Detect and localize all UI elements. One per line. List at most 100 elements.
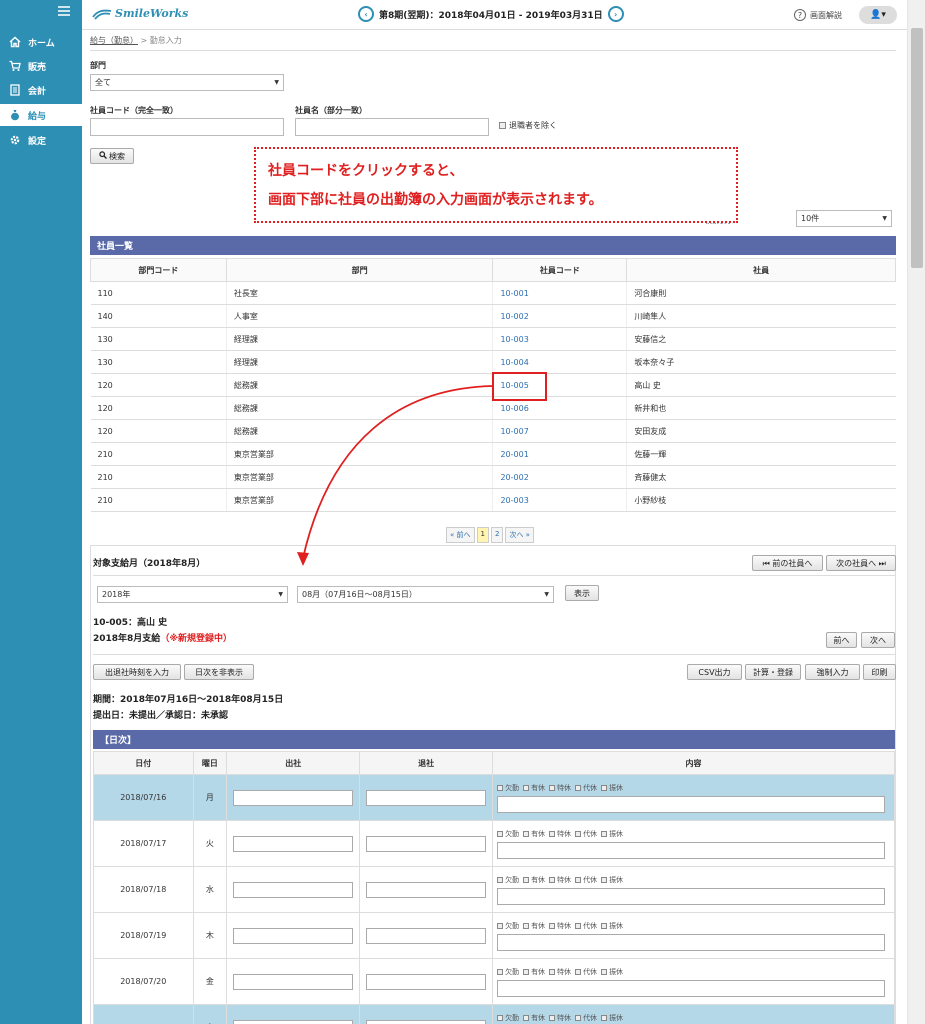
employee-code-link[interactable]: 10-007	[500, 427, 528, 436]
employee-code-link[interactable]: 10-001	[500, 289, 528, 298]
prev-employee-button[interactable]: ⏮ 前の社員へ	[752, 555, 823, 571]
checkbox-icon[interactable]	[549, 830, 556, 837]
checkbox-icon[interactable]	[549, 968, 556, 975]
search-button[interactable]: 検索	[90, 148, 134, 164]
page-scrollbar[interactable]	[907, 0, 925, 1024]
checkbox-icon[interactable]	[575, 876, 582, 883]
print-button[interactable]: 印刷	[863, 664, 896, 680]
content-text-input[interactable]	[497, 887, 886, 905]
checkbox-icon[interactable]	[549, 922, 556, 929]
force-input-button[interactable]: 強制入力	[805, 664, 860, 680]
clock-out-input[interactable]	[366, 789, 487, 806]
employee-code-link[interactable]: 10-003	[500, 335, 528, 344]
checkbox-icon[interactable]	[497, 1014, 504, 1021]
sidebar-item-accounting[interactable]: 会計	[0, 79, 82, 101]
checkbox-icon[interactable]	[575, 830, 582, 837]
absence-type-option[interactable]: 特休	[549, 922, 571, 930]
absence-type-option[interactable]: 有休	[523, 1014, 545, 1022]
show-button[interactable]: 表示	[565, 585, 599, 601]
content-text-input[interactable]	[497, 795, 886, 813]
clock-in-input[interactable]	[233, 789, 354, 806]
app-logo[interactable]: SmileWorks	[92, 7, 188, 20]
absence-type-option[interactable]: 有休	[523, 876, 545, 884]
checkbox-icon[interactable]	[497, 876, 504, 883]
employee-code-link[interactable]: 20-003	[500, 496, 528, 505]
absence-type-option[interactable]: 代休	[575, 876, 597, 884]
clock-out-input[interactable]	[366, 835, 487, 852]
absence-type-option[interactable]: 特休	[549, 830, 571, 838]
enter-clock-times-button[interactable]: 出退社時刻を入力	[93, 664, 181, 680]
absence-type-option[interactable]: 代休	[575, 784, 597, 792]
checkbox-icon[interactable]	[601, 922, 608, 929]
absence-type-option[interactable]: 欠勤	[497, 922, 519, 930]
absence-type-option[interactable]: 代休	[575, 1014, 597, 1022]
sidebar-item-settings[interactable]: 設定	[0, 129, 82, 151]
clock-out-input[interactable]	[366, 881, 487, 898]
sidebar-item-home[interactable]: ホーム	[0, 31, 82, 53]
checkbox-icon[interactable]	[523, 1014, 530, 1021]
absence-type-option[interactable]: 特休	[549, 784, 571, 792]
absence-type-option[interactable]: 振休	[601, 784, 623, 792]
absence-type-option[interactable]: 代休	[575, 968, 597, 976]
checkbox-icon[interactable]	[497, 922, 504, 929]
year-select[interactable]: 2018年 ▼	[97, 586, 288, 603]
next-period-button[interactable]: ›	[607, 6, 624, 22]
sidebar-item-sales[interactable]: 販売	[0, 55, 82, 77]
content-text-input[interactable]	[497, 979, 886, 997]
hamburger-menu-icon[interactable]	[58, 6, 70, 18]
calculate-register-button[interactable]: 計算・登録	[745, 664, 801, 680]
clock-in-input[interactable]	[233, 881, 354, 898]
employee-code-link[interactable]: 10-002	[500, 312, 528, 321]
absence-type-option[interactable]: 欠勤	[497, 1014, 519, 1022]
exclude-retired-checkbox[interactable]: 退職者を除く	[499, 120, 557, 131]
checkbox-icon[interactable]	[523, 876, 530, 883]
content-text-input[interactable]	[497, 841, 886, 859]
absence-type-option[interactable]: 振休	[601, 968, 623, 976]
hide-daily-button[interactable]: 日次を非表示	[184, 664, 254, 680]
absence-type-option[interactable]: 振休	[601, 830, 623, 838]
user-menu-button[interactable]: 👤▾	[859, 6, 897, 24]
checkbox-icon[interactable]	[575, 1014, 582, 1021]
employee-code-link[interactable]: 10-005	[500, 381, 528, 390]
prev-button[interactable]: 前へ	[826, 632, 857, 648]
checkbox-icon[interactable]	[523, 830, 530, 837]
prev-period-button[interactable]: ‹	[358, 6, 374, 22]
checkbox-icon[interactable]	[601, 876, 608, 883]
clock-out-input[interactable]	[366, 973, 487, 990]
absence-type-option[interactable]: 特休	[549, 1014, 571, 1022]
employee-code-link[interactable]: 10-004	[500, 358, 528, 367]
absence-type-option[interactable]: 有休	[523, 922, 545, 930]
checkbox-icon[interactable]	[549, 1014, 556, 1021]
checkbox-icon[interactable]	[601, 1014, 608, 1021]
dept-select[interactable]: 全て ▼	[90, 74, 284, 91]
csv-export-button[interactable]: CSV出力	[687, 664, 742, 680]
month-select[interactable]: 08月（07月16日～08月15日） ▼	[297, 586, 554, 603]
content-text-input[interactable]	[497, 933, 886, 951]
clock-in-input[interactable]	[233, 927, 354, 944]
employee-code-link[interactable]: 20-002	[500, 473, 528, 482]
employee-code-link[interactable]: 10-006	[500, 404, 528, 413]
checkbox-icon[interactable]	[575, 922, 582, 929]
employee-name-input[interactable]	[295, 118, 489, 136]
absence-type-option[interactable]: 振休	[601, 1014, 623, 1022]
employee-code-link[interactable]: 20-001	[500, 450, 528, 459]
breadcrumb-parent[interactable]: 給与（勤怠）	[90, 36, 138, 45]
checkbox-icon[interactable]	[601, 830, 608, 837]
checkbox-icon[interactable]	[575, 968, 582, 975]
absence-type-option[interactable]: 欠勤	[497, 876, 519, 884]
checkbox-icon[interactable]	[497, 830, 504, 837]
clock-in-input[interactable]	[233, 835, 354, 852]
absence-type-option[interactable]: 振休	[601, 922, 623, 930]
checkbox-icon[interactable]	[497, 968, 504, 975]
absence-type-option[interactable]: 有休	[523, 784, 545, 792]
pager-page-2[interactable]: 2	[490, 527, 504, 543]
next-button[interactable]: 次へ	[861, 632, 895, 648]
absence-type-option[interactable]: 代休	[575, 922, 597, 930]
checkbox-icon[interactable]	[549, 876, 556, 883]
absence-type-option[interactable]: 特休	[549, 968, 571, 976]
absence-type-option[interactable]: 欠勤	[497, 968, 519, 976]
checkbox-icon[interactable]	[523, 784, 530, 791]
pager-page-1[interactable]: 1	[476, 527, 489, 543]
absence-type-option[interactable]: 有休	[523, 830, 545, 838]
pager-prev-button[interactable]: « 前へ	[446, 527, 475, 543]
